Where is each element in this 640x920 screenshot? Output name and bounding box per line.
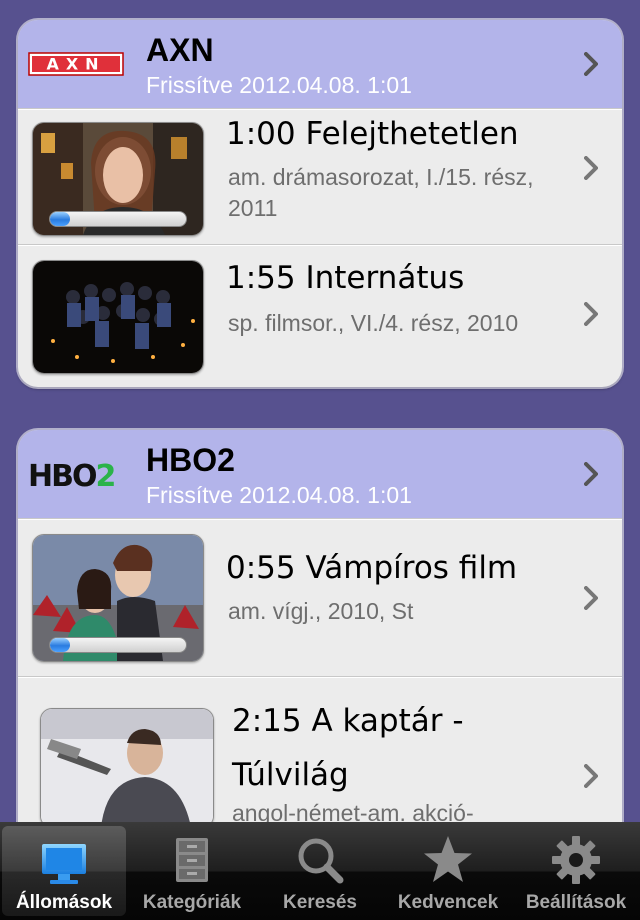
program-thumbnail [32, 122, 204, 236]
tab-kereses[interactable]: Keresés [256, 822, 384, 920]
cabinet-icon [176, 838, 208, 882]
station-header-hbo2[interactable]: HBO2 HBO2 Frissítve 2012.04.08. 1:01 [18, 430, 622, 519]
program-description: sp. filmsor., VI./4. rész, 2010 [228, 310, 519, 336]
station-list[interactable]: AXN AXN Frissítve 2012.04.08. 1:01 1:00 … [0, 0, 640, 822]
updated-time: Frissítve 2012.04.08. 1:01 [146, 72, 412, 98]
hbo2-logo-text: HBO2 [28, 459, 114, 490]
chevron-right-icon [584, 764, 598, 788]
program-thumbnail [40, 708, 214, 822]
program-thumbnail [32, 534, 204, 662]
station-card-axn: AXN AXN Frissítve 2012.04.08. 1:01 1:00 … [18, 20, 622, 387]
program-description: am. vígj., 2010, St [228, 598, 414, 624]
chevron-right-icon [584, 462, 598, 486]
monitor-icon [42, 844, 86, 884]
tab-kedvencek[interactable]: Kedvencek [384, 822, 512, 920]
axn-logo-text: AXN [46, 55, 105, 74]
program-row[interactable]: 1:00 Felejthetetlen am. drámasorozat, I.… [18, 109, 622, 245]
tab-label: Kategóriák [142, 892, 242, 913]
program-title: 1:00 Felejthetetlen [226, 116, 519, 152]
program-description: am. drámasorozat, I./15. rész, 2011 [228, 164, 534, 221]
tab-label: Állomások [15, 892, 113, 913]
tab-kategoriak[interactable]: Kategóriák [128, 822, 256, 920]
tab-label: Beállítások [525, 892, 627, 913]
progress-bar [49, 211, 187, 227]
program-title: 2:15 A kaptár - Túlvilág [232, 703, 464, 793]
chevron-right-icon [584, 586, 598, 610]
tab-allomasok[interactable]: Állomások [2, 826, 126, 916]
search-icon [298, 838, 344, 884]
program-title: 1:55 Internátus [226, 260, 465, 296]
tab-bar: Állomások Kategóriák Keresés Kedvencek B… [0, 822, 640, 920]
chevron-right-icon [584, 156, 598, 180]
program-row[interactable]: 0:55 Vámpíros film am. vígj., 2010, St [18, 519, 622, 677]
chevron-right-icon [584, 302, 598, 326]
chevron-right-icon [584, 52, 598, 76]
program-title: 0:55 Vámpíros film [226, 550, 518, 586]
station-name: HBO2 [146, 442, 235, 478]
tab-beallitasok[interactable]: Beállítások [512, 822, 640, 920]
tab-label: Kedvencek [397, 892, 499, 913]
station-name: AXN [146, 32, 214, 68]
program-row[interactable]: 1:55 Internátus sp. filmsor., VI./4. rés… [18, 245, 622, 386]
station-card-hbo2: HBO2 HBO2 Frissítve 2012.04.08. 1:01 0:5… [18, 430, 622, 822]
tab-label: Keresés [283, 892, 357, 913]
axn-logo: AXN [28, 52, 124, 76]
station-header-axn[interactable]: AXN AXN Frissítve 2012.04.08. 1:01 [18, 20, 622, 109]
gear-icon [552, 836, 600, 884]
updated-time: Frissítve 2012.04.08. 1:01 [146, 482, 412, 508]
progress-bar [49, 637, 187, 653]
hbo2-logo: HBO2 [28, 459, 116, 490]
star-icon [424, 836, 472, 882]
program-row[interactable]: 2:15 A kaptár - Túlvilág angol-német-am.… [18, 677, 622, 822]
progress-fill [50, 212, 71, 226]
program-description: angol-német-am. akció- [232, 800, 474, 822]
program-thumbnail [32, 260, 204, 374]
progress-fill [50, 638, 71, 652]
